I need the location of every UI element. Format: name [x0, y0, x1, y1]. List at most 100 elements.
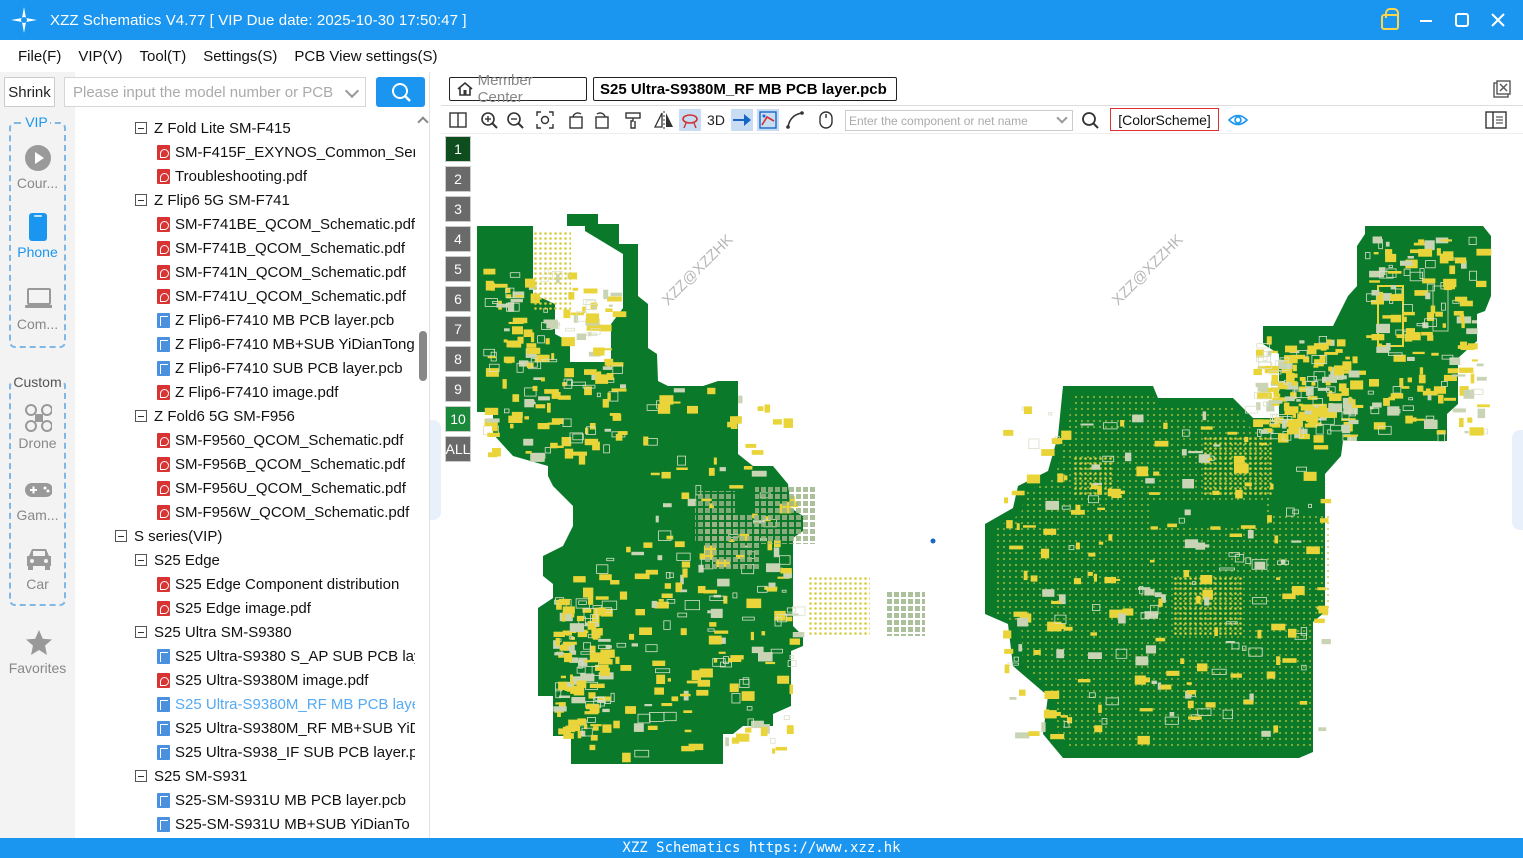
- pcb-component[interactable]: [532, 385, 538, 392]
- pcb-component[interactable]: [1183, 570, 1190, 578]
- mirror-flip-icon[interactable]: [653, 109, 675, 131]
- pcb-component[interactable]: [1291, 586, 1305, 596]
- pcb-component[interactable]: [1253, 368, 1262, 376]
- pcb-component[interactable]: [1405, 415, 1413, 424]
- pcb-component[interactable]: [1006, 520, 1013, 529]
- pcb-component[interactable]: [1043, 528, 1057, 535]
- pcb-component[interactable]: [1245, 405, 1258, 414]
- pcb-component[interactable]: [612, 311, 627, 318]
- pcb-component[interactable]: [631, 551, 644, 556]
- routing-icon[interactable]: [757, 109, 779, 131]
- pcb-component[interactable]: [1181, 449, 1187, 456]
- pcb-component[interactable]: [1348, 419, 1359, 425]
- pcb-component[interactable]: [1092, 482, 1102, 486]
- pcb-component[interactable]: [1285, 345, 1298, 353]
- pcb-component[interactable]: [681, 561, 691, 568]
- tree-file[interactable]: Troubleshooting.pdf: [157, 164, 415, 188]
- pcb-component[interactable]: [598, 658, 611, 664]
- pcb-component[interactable]: [1376, 323, 1390, 334]
- pcb-component[interactable]: [589, 744, 596, 751]
- pcb-component[interactable]: [1154, 440, 1169, 447]
- pcb-component[interactable]: [602, 708, 610, 713]
- pcb-component[interactable]: [761, 631, 766, 636]
- pcb-component[interactable]: [1120, 420, 1125, 427]
- pcb-component[interactable]: [1017, 617, 1029, 627]
- layer-button-1[interactable]: 1: [445, 136, 471, 162]
- pcb-component[interactable]: [602, 366, 612, 370]
- pcb-component[interactable]: [1187, 700, 1194, 709]
- pcb-component[interactable]: [1234, 463, 1249, 474]
- pcb-component[interactable]: [1042, 589, 1055, 597]
- pcb-component[interactable]: [592, 637, 598, 640]
- pcb-component[interactable]: [1097, 485, 1102, 495]
- pcb-component[interactable]: [576, 333, 586, 341]
- pcb-component[interactable]: [1476, 280, 1487, 288]
- pcb-component[interactable]: [656, 674, 666, 684]
- pcb-component[interactable]: [1311, 382, 1316, 386]
- pcb-component[interactable]: [572, 287, 579, 291]
- tree-folder[interactable]: S series(VIP): [115, 524, 415, 548]
- pcb-component[interactable]: [1004, 497, 1009, 504]
- pcb-component[interactable]: [485, 280, 494, 291]
- pcb-component[interactable]: [576, 680, 587, 689]
- pcb-component[interactable]: [1188, 451, 1203, 454]
- tree-file[interactable]: Z Flip6-F7410 MB+SUB YiDianTong: [157, 332, 415, 356]
- component-search-input[interactable]: Enter the component or net name: [845, 110, 1073, 131]
- pcb-component[interactable]: [666, 535, 674, 540]
- pcb-component[interactable]: [1352, 356, 1358, 364]
- pcb-component[interactable]: [1431, 352, 1439, 356]
- pcb-component[interactable]: [1212, 490, 1220, 495]
- tree-file[interactable]: S25 Edge image.pdf: [157, 596, 415, 620]
- pcb-component[interactable]: [1023, 406, 1032, 414]
- tree-file[interactable]: S25 Ultra-S938_IF SUB PCB layer.pc: [157, 740, 415, 764]
- pcb-component[interactable]: [1296, 399, 1301, 402]
- pcb-component[interactable]: [1267, 387, 1278, 392]
- pcb-component[interactable]: [714, 630, 729, 634]
- pcb-component[interactable]: [730, 416, 742, 424]
- pcb-component[interactable]: [1125, 452, 1132, 462]
- pcb-component[interactable]: [770, 738, 776, 744]
- pcb-component[interactable]: [783, 418, 793, 428]
- pcb-component[interactable]: [647, 725, 658, 730]
- pcb-component[interactable]: [503, 356, 515, 363]
- nav-computer[interactable]: Com...: [0, 285, 75, 332]
- pcb-component[interactable]: [1077, 679, 1091, 683]
- tree-file[interactable]: S25 Ultra-S9380M image.pdf: [157, 668, 415, 692]
- pcb-component[interactable]: [1418, 248, 1433, 257]
- pcb-component[interactable]: [682, 568, 688, 578]
- pcb-component[interactable]: [571, 613, 575, 618]
- pcb-component[interactable]: [1080, 423, 1094, 426]
- pcb-component[interactable]: [729, 485, 744, 489]
- tree-file[interactable]: SM-F741N_QCOM_Schematic.pdf: [157, 260, 415, 284]
- pcb-component[interactable]: [1476, 248, 1492, 256]
- pcb-component[interactable]: [1421, 331, 1433, 336]
- pcb-component[interactable]: [1023, 525, 1036, 528]
- pcb-component[interactable]: [565, 327, 576, 332]
- pcb-component[interactable]: [1269, 423, 1278, 427]
- pcb-component[interactable]: [584, 369, 597, 375]
- pcb-component[interactable]: [1104, 577, 1116, 584]
- pcb-component[interactable]: [1030, 575, 1038, 582]
- pcb-component[interactable]: [1197, 663, 1208, 672]
- pcb-component[interactable]: [1271, 374, 1279, 385]
- pcb-component[interactable]: [590, 724, 602, 727]
- pcb-component[interactable]: [512, 326, 523, 335]
- tree-file[interactable]: S25 Ultra-S9380 S_AP SUB PCB laye: [157, 644, 415, 668]
- pcb-component[interactable]: [1273, 393, 1281, 398]
- color-scheme-button[interactable]: [ColorScheme]: [1110, 108, 1219, 131]
- pcb-component[interactable]: [775, 746, 787, 751]
- pcb-component[interactable]: [1247, 530, 1254, 539]
- collapse-icon[interactable]: [115, 530, 127, 542]
- pcb-component[interactable]: [661, 471, 671, 479]
- pcb-component[interactable]: [1467, 417, 1473, 423]
- pcb-component[interactable]: [635, 609, 645, 616]
- pcb-component[interactable]: [655, 515, 659, 523]
- pcb-component[interactable]: [1019, 689, 1026, 696]
- pcb-component[interactable]: [1045, 500, 1059, 510]
- pcb-component[interactable]: [493, 283, 508, 288]
- pcb-component[interactable]: [504, 328, 510, 332]
- pcb-component[interactable]: [736, 733, 750, 742]
- tree-file[interactable]: SM-F415F_EXYNOS_Common_Servi: [157, 140, 415, 164]
- pcb-component[interactable]: [651, 600, 658, 608]
- tree-file[interactable]: SM-F9560_QCOM_Schematic.pdf: [157, 428, 415, 452]
